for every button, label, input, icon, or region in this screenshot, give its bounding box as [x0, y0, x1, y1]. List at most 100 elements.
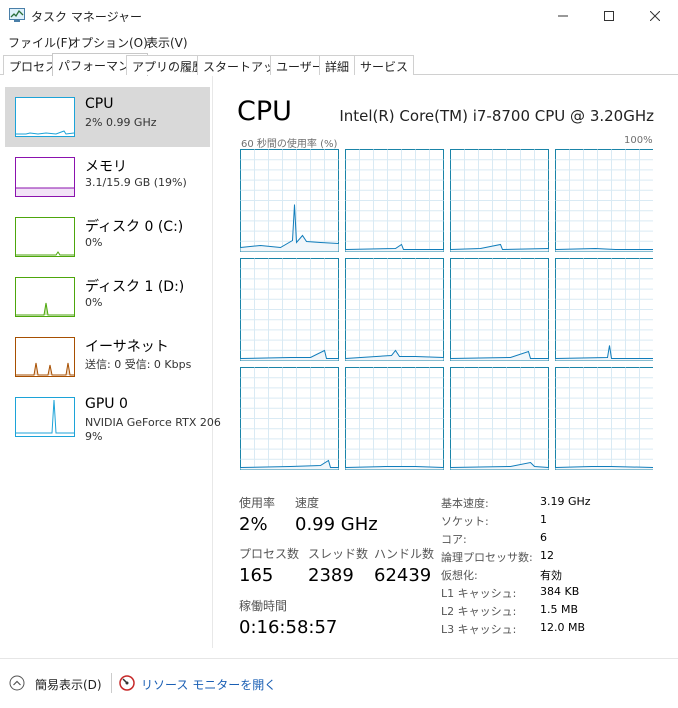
sidebar-item-memory-title: メモリ [85, 159, 127, 175]
sidebar-item-gpu0-usage: 9% [85, 430, 103, 443]
logical-processor-graph [555, 367, 654, 470]
graph-caption: 60 秒間の使用率 (%) [241, 139, 338, 150]
resource-monitor-link[interactable]: リソース モニターを開く [141, 676, 276, 693]
disk0-thumbnail-graph [15, 217, 75, 257]
sidebar-item-disk1[interactable]: ディスク 1 (D:) 0% [5, 267, 210, 327]
maximize-icon [604, 10, 614, 21]
sidebar-item-disk1-sub: 0% [85, 296, 103, 309]
threads-value: 2389 [308, 565, 354, 586]
sidebar-item-disk0-sub: 0% [85, 236, 103, 249]
cpu-thumbnail-line [16, 130, 75, 135]
info-val-l3-cache: 12.0 MB [540, 621, 586, 634]
info-val-cores: 6 [540, 531, 547, 544]
info-val-sockets: 1 [540, 513, 547, 526]
info-val-l2-cache: 1.5 MB [540, 603, 579, 616]
cpu-model: Intel(R) Core(TM) i7-8700 CPU @ 3.20GHz [339, 107, 654, 125]
sidebar-item-memory[interactable]: メモリ 3.1/15.9 GB (19%) [5, 147, 210, 207]
logical-processor-graph [450, 258, 549, 361]
resource-sidebar: CPU 2% 0.99 GHz メモリ 3.1/15.9 GB (19%) ディ… [0, 76, 221, 648]
info-key-logical-processors: 論理プロセッサ数: [441, 551, 533, 564]
sidebar-item-cpu[interactable]: CPU 2% 0.99 GHz [5, 87, 210, 147]
menu-options[interactable]: オプション(O) [69, 34, 148, 51]
uptime-label: 稼働時間 [239, 599, 288, 613]
tab-services[interactable]: サービス [354, 55, 415, 75]
memory-thumbnail-fill [16, 187, 74, 196]
info-val-base-speed: 3.19 GHz [540, 495, 591, 508]
footer-bar: 簡易表示(D) リソース モニターを開く [0, 658, 678, 708]
sidebar-item-ethernet-title: イーサネット [85, 339, 169, 355]
handles-value: 62439 [374, 565, 432, 586]
info-key-sockets: ソケット: [441, 515, 489, 528]
page-title: CPU [237, 96, 292, 127]
speed-label: 速度 [295, 496, 320, 510]
memory-thumbnail-graph [15, 157, 75, 197]
task-manager-icon [9, 8, 25, 22]
sidebar-item-gpu0-sub: NVIDIA GeForce RTX 206 [85, 416, 221, 429]
uptime-value: 0:16:58:57 [239, 617, 338, 638]
logical-processor-graph [555, 258, 654, 361]
logical-processor-graph [345, 149, 444, 252]
sidebar-item-memory-sub: 3.1/15.9 GB (19%) [85, 176, 187, 189]
graph-max-label: 100% [624, 135, 653, 146]
usage-value: 2% [239, 514, 268, 535]
sidebar-item-ethernet-sub: 送信: 0 受信: 0 Kbps [85, 358, 192, 371]
logical-processor-graph [240, 149, 339, 252]
minimize-button[interactable] [540, 0, 586, 31]
menu-view[interactable]: 表示(V) [146, 34, 188, 51]
title-bar: タスク マネージャー [0, 0, 678, 31]
logical-processor-graph [240, 367, 339, 470]
processes-label: プロセス数 [239, 547, 300, 561]
disk1-thumbnail-graph [15, 277, 75, 317]
logical-processor-graphs [240, 149, 654, 470]
usage-label: 使用率 [239, 496, 276, 510]
footer-divider [111, 673, 112, 693]
sidebar-item-gpu0-title: GPU 0 [85, 396, 128, 412]
logical-processor-graph [450, 367, 549, 470]
maximize-button[interactable] [586, 0, 632, 31]
info-key-base-speed: 基本速度: [441, 497, 489, 510]
gpu0-thumbnail-graph [15, 397, 75, 437]
info-key-l3-cache: L3 キャッシュ: [441, 623, 517, 636]
info-val-logical-processors: 12 [540, 549, 554, 562]
info-key-l1-cache: L1 キャッシュ: [441, 587, 517, 600]
ethernet-thumbnail-line [16, 362, 74, 376]
cpu-thumbnail-graph [15, 97, 75, 137]
resource-monitor-icon[interactable] [119, 675, 135, 691]
minimize-icon [558, 15, 568, 16]
logical-processor-graph [240, 258, 339, 361]
logical-processor-graph [450, 149, 549, 252]
gpu0-thumbnail-line [16, 399, 74, 434]
sidebar-item-disk1-title: ディスク 1 (D:) [85, 279, 185, 295]
logical-processor-graph [555, 149, 654, 252]
threads-label: スレッド数 [308, 547, 369, 561]
info-val-virtualization: 有効 [540, 569, 562, 582]
info-key-l2-cache: L2 キャッシュ: [441, 605, 517, 618]
sidebar-item-gpu0[interactable]: GPU 0 NVIDIA GeForce RTX 206 9% [5, 387, 221, 447]
logical-processor-graph [345, 367, 444, 470]
chevron-up-circle-icon[interactable] [9, 675, 25, 691]
sidebar-item-cpu-title: CPU [85, 96, 114, 112]
handles-label: ハンドル数 [374, 547, 435, 561]
disk1-thumbnail-line [16, 302, 74, 316]
ethernet-thumbnail-graph [15, 337, 75, 377]
info-val-l1-cache: 384 KB [540, 585, 580, 598]
speed-value: 0.99 GHz [295, 514, 378, 535]
sidebar-item-ethernet[interactable]: イーサネット 送信: 0 受信: 0 Kbps [5, 327, 210, 387]
info-key-virtualization: 仮想化: [441, 569, 478, 582]
close-icon [650, 10, 660, 21]
tab-details[interactable]: 詳細 [319, 55, 356, 75]
sidebar-item-disk0[interactable]: ディスク 0 (C:) 0% [5, 207, 210, 267]
sidebar-item-disk0-title: ディスク 0 (C:) [85, 219, 184, 235]
close-button[interactable] [632, 0, 678, 31]
window-title: タスク マネージャー [31, 10, 142, 24]
menu-bar: ファイル(F) オプション(O) 表示(V) [0, 31, 678, 51]
disk0-thumbnail-line [16, 251, 74, 256]
cpu-graph-grid [240, 149, 654, 470]
info-key-cores: コア: [441, 533, 467, 546]
processes-value: 165 [239, 565, 274, 586]
logical-processor-graph [345, 258, 444, 361]
tab-bar: プロセス パフォーマンス アプリの履歴 スタートアップ ユーザー 詳細 サービス [0, 53, 678, 76]
simple-view-button[interactable]: 簡易表示(D) [35, 676, 102, 693]
sidebar-item-cpu-sub: 2% 0.99 GHz [85, 116, 157, 129]
menu-file[interactable]: ファイル(F) [8, 34, 72, 51]
